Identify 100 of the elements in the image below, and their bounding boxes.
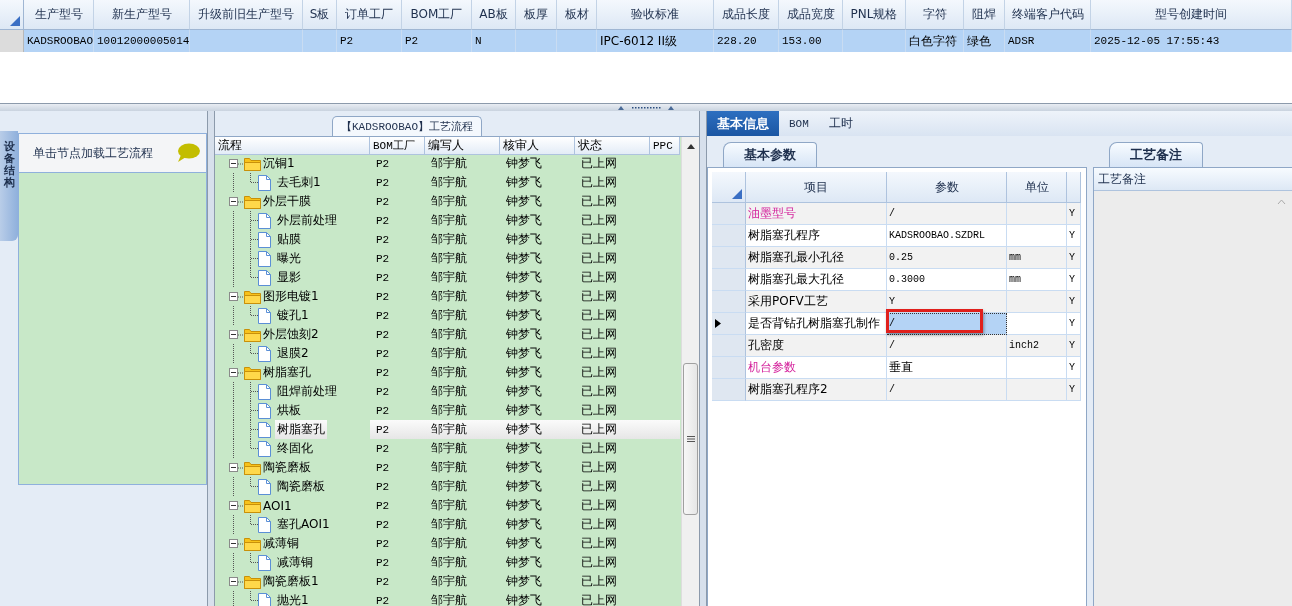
table-cell[interactable]: KADSROOBAO.SZDRL [887, 225, 1007, 247]
step-name[interactable]: 贴膜 [275, 230, 303, 249]
table-cell: Y [1067, 335, 1081, 357]
column-header[interactable]: 编写人 [425, 137, 500, 155]
step-name[interactable]: 外层干膜 [261, 192, 313, 211]
table-cell[interactable]: 垂直 [887, 357, 1007, 379]
column-header[interactable]: 型号创建时间 [1091, 0, 1292, 30]
column-header[interactable]: AB板 [472, 0, 516, 30]
step-name[interactable]: 陶瓷磨板 [275, 477, 327, 496]
tab[interactable]: BOM [779, 111, 819, 136]
step-name[interactable]: 显影 [275, 268, 303, 287]
collapse-icon[interactable] [229, 159, 238, 168]
scroll-up-icon[interactable] [685, 142, 696, 150]
row-header[interactable] [712, 269, 746, 291]
row-header[interactable] [712, 357, 746, 379]
column-header[interactable]: BOM工厂 [370, 137, 425, 155]
table-cell[interactable]: / [887, 335, 1007, 357]
row-header[interactable] [712, 203, 746, 225]
column-header[interactable]: BOM工厂 [402, 0, 472, 30]
table-cell-text: 邹宇航 [430, 478, 468, 495]
table-cell: P2 [337, 30, 402, 52]
column-header[interactable]: 参数 [887, 172, 1007, 203]
step-name[interactable]: 陶瓷磨板 [261, 458, 313, 477]
table-cell[interactable]: 0.25 [887, 247, 1007, 269]
row-pointer-icon[interactable] [712, 313, 746, 335]
step-name[interactable]: 曝光 [275, 249, 303, 268]
panel-title[interactable]: 【KADSROOBAO】工艺流程 [332, 116, 482, 136]
collapse-icon[interactable] [229, 292, 238, 301]
step-name[interactable]: 减薄铜 [275, 553, 315, 572]
step-name[interactable]: 外层前处理 [275, 211, 339, 230]
corner-triangle-icon [732, 189, 742, 199]
column-header[interactable]: 新生产型号 [94, 0, 190, 30]
column-header[interactable]: 板厚 [516, 0, 557, 30]
tab[interactable]: 基本信息 [707, 111, 779, 136]
tree-line [238, 542, 243, 545]
splitter-grip-icon[interactable] [616, 105, 676, 110]
folder-icon [244, 194, 261, 209]
row-header[interactable] [712, 225, 746, 247]
row-header[interactable] [712, 247, 746, 269]
step-name[interactable]: AOI1 [261, 496, 294, 515]
step-name[interactable]: 终固化 [275, 439, 315, 458]
vertical-tab[interactable]: 设备结构 [0, 131, 18, 241]
collapse-icon[interactable] [229, 368, 238, 377]
column-header[interactable]: 成品长度 [714, 0, 779, 30]
step-name[interactable]: 图形电镀1 [261, 287, 321, 306]
table-cell-text: P2 [375, 346, 391, 362]
column-header[interactable]: 项目 [746, 172, 887, 203]
step-name[interactable]: 烘板 [275, 401, 303, 420]
step-name[interactable]: 减薄铜 [261, 534, 301, 553]
step-name[interactable]: 阻焊前处理 [275, 382, 339, 401]
column-header[interactable]: 成品宽度 [779, 0, 843, 30]
step-name[interactable]: 抛光1 [275, 591, 311, 606]
row-header[interactable] [0, 30, 24, 52]
column-header[interactable]: PPC [650, 137, 680, 155]
step-name[interactable]: 外层蚀刻2 [261, 325, 321, 344]
column-header[interactable]: 订单工厂 [337, 0, 402, 30]
tab[interactable]: 基本参数 [723, 142, 817, 167]
step-name[interactable]: 沉铜1 [261, 154, 297, 173]
column-header[interactable]: 阻焊 [964, 0, 1005, 30]
table-cell[interactable]: / [887, 313, 1007, 335]
step-name[interactable]: 退膜2 [275, 344, 311, 363]
tab[interactable]: 工时 [818, 111, 863, 136]
table-cell-text: 邹宇航 [430, 231, 468, 248]
scrollbar-thumb[interactable] [683, 363, 698, 515]
step-name[interactable]: 去毛刺1 [275, 173, 323, 192]
column-header[interactable]: 流程 [215, 137, 370, 155]
row-header[interactable] [712, 379, 746, 401]
column-header[interactable]: 生产型号 [24, 0, 94, 30]
column-header[interactable]: 状态 [575, 137, 650, 155]
step-name[interactable]: 陶瓷磨板1 [261, 572, 321, 591]
step-name[interactable]: 树脂塞孔 [275, 420, 327, 439]
table-cell[interactable]: / [887, 379, 1007, 401]
table-cell-text: 钟梦飞 [505, 250, 543, 267]
column-header[interactable]: 字符 [906, 0, 964, 30]
collapse-icon[interactable] [229, 539, 238, 548]
column-header[interactable]: 核审人 [500, 137, 575, 155]
column-header[interactable]: S板 [303, 0, 337, 30]
column-header[interactable]: 单位 [1007, 172, 1067, 203]
tab[interactable]: 工艺备注 [1109, 142, 1203, 167]
table-cell-text: 已上网 [580, 573, 618, 590]
column-header[interactable]: 验收标准 [597, 0, 714, 30]
collapse-icon[interactable] [229, 501, 238, 510]
column-header[interactable]: 升级前旧生产型号 [190, 0, 303, 30]
table-cell[interactable]: 0.3000 [887, 269, 1007, 291]
collapse-icon[interactable] [229, 197, 238, 206]
collapse-icon[interactable] [229, 577, 238, 586]
collapse-icon[interactable] [229, 330, 238, 339]
splitter-bar[interactable] [207, 111, 215, 606]
column-header[interactable] [1067, 172, 1081, 203]
column-header[interactable]: 终端客户代码 [1005, 0, 1091, 30]
table-cell-text: 钟梦飞 [505, 573, 543, 590]
table-cell [557, 30, 597, 52]
step-name[interactable]: 树脂塞孔 [261, 363, 313, 382]
column-header[interactable]: PNL规格 [843, 0, 906, 30]
collapse-icon[interactable] [229, 463, 238, 472]
table-cell-text: P2 [375, 194, 391, 210]
column-header[interactable]: 板材 [557, 0, 597, 30]
step-name[interactable]: 塞孔AOI1 [275, 515, 332, 534]
table-cell[interactable]: / [887, 203, 1007, 225]
step-name[interactable]: 镀孔1 [275, 306, 311, 325]
